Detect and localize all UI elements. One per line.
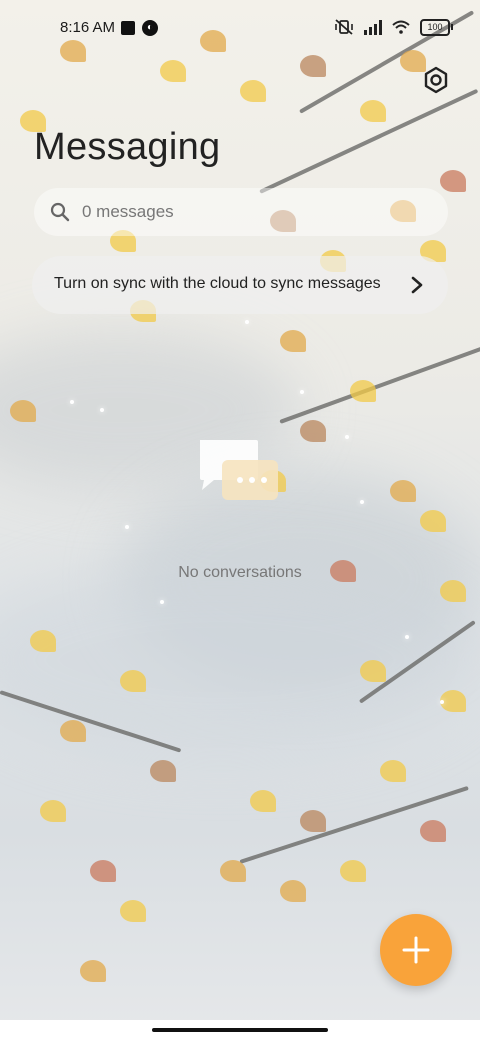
app-circle-icon: ◐ xyxy=(142,20,158,36)
new-message-button[interactable] xyxy=(380,914,452,986)
chevron-right-icon xyxy=(411,276,423,294)
gear-icon[interactable] xyxy=(420,64,452,96)
status-bar: 8:16 AM ◐ 100 xyxy=(0,0,480,56)
signal-icon xyxy=(364,19,382,35)
sync-banner-text: Turn on sync with the cloud to sync mess… xyxy=(54,275,381,292)
sync-banner[interactable]: Turn on sync with the cloud to sync mess… xyxy=(32,256,448,314)
battery-level: 100 xyxy=(427,21,443,32)
status-time: 8:16 AM xyxy=(60,19,116,36)
wifi-icon xyxy=(392,20,410,34)
search-input[interactable]: 0 messages xyxy=(34,188,448,236)
app-square-icon xyxy=(121,21,135,35)
page-title: Messaging xyxy=(34,126,221,168)
plus-icon xyxy=(402,936,430,964)
navigation-bar xyxy=(0,1020,480,1040)
muted-vibrate-icon xyxy=(335,19,353,35)
search-placeholder: 0 messages xyxy=(82,202,174,221)
home-gesture-handle[interactable] xyxy=(152,1028,328,1032)
battery-icon: 100 xyxy=(420,18,453,36)
empty-state-text: No conversations xyxy=(178,564,302,581)
search-icon xyxy=(50,202,70,222)
chat-bubbles-icon xyxy=(200,440,278,500)
